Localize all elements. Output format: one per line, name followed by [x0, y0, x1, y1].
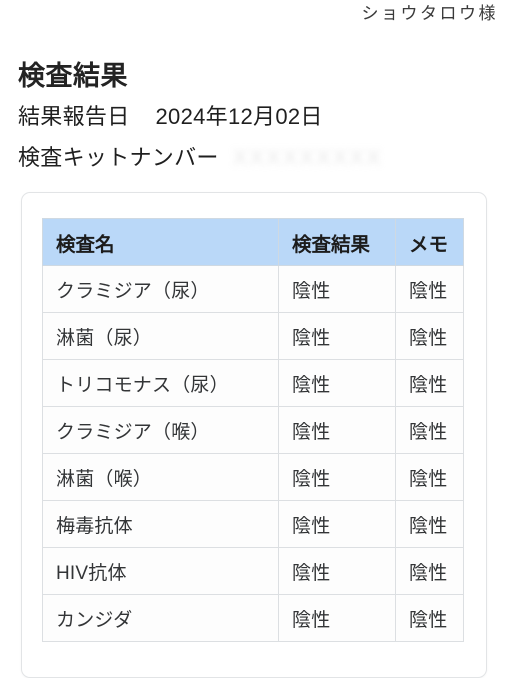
cell-test-result: 陰性: [278, 406, 396, 454]
cell-test-name: トリコモナス（尿）: [42, 359, 279, 407]
table-row: 淋菌（喉） 陰性 陰性: [42, 453, 464, 501]
cell-memo: 陰性: [395, 359, 464, 407]
table-row: トリコモナス（尿） 陰性 陰性: [42, 359, 464, 407]
cell-test-result: 陰性: [278, 500, 396, 548]
cell-test-name: HIV抗体: [42, 547, 279, 595]
table-body: クラミジア（尿） 陰性 陰性 淋菌（尿） 陰性 陰性 トリコモナス（尿） 陰性 …: [42, 265, 464, 642]
cell-test-name: カンジダ: [42, 594, 279, 642]
cell-test-name: 梅毒抗体: [42, 500, 279, 548]
column-header-test-result: 検査結果: [278, 218, 396, 266]
report-date-value: 2024年12月02日: [155, 104, 323, 129]
table-row: 淋菌（尿） 陰性 陰性: [42, 312, 464, 360]
cell-test-name: 淋菌（喉）: [42, 453, 279, 501]
cell-memo: 陰性: [395, 594, 464, 642]
page-title: 検査結果: [18, 61, 128, 92]
cell-memo: 陰性: [395, 547, 464, 595]
cell-memo: 陰性: [395, 453, 464, 501]
cell-memo: 陰性: [395, 312, 464, 360]
table-head: 検査名 検査結果 メモ: [42, 218, 464, 266]
cell-test-result: 陰性: [278, 594, 396, 642]
table-row: クラミジア（喉） 陰性 陰性: [42, 406, 464, 454]
cell-test-result: 陰性: [278, 453, 396, 501]
kit-number-value-redacted: XXXXXXXXX: [232, 145, 383, 170]
result-table: 検査名 検査結果 メモ クラミジア（尿） 陰性 陰性 淋菌（尿） 陰性 陰性 ト…: [42, 218, 464, 642]
table-header-row: 検査名 検査結果 メモ: [42, 218, 464, 266]
kit-number-label: 検査キットナンバー: [18, 145, 219, 170]
test-result-page: ショウタロウ様 検査結果 結果報告日 2024年12月02日 検査キットナンバー X…: [0, 0, 510, 678]
report-date-label: 結果報告日: [18, 104, 130, 129]
table-row: カンジダ 陰性 陰性: [42, 594, 464, 642]
kit-number-row: 検査キットナンバー XXXXXXXXX: [18, 142, 383, 174]
report-date-row: 結果報告日 2024年12月02日: [18, 101, 323, 133]
column-header-memo: メモ: [395, 218, 464, 266]
table-row: HIV抗体 陰性 陰性: [42, 547, 464, 595]
cell-memo: 陰性: [395, 265, 464, 313]
table-row: クラミジア（尿） 陰性 陰性: [42, 265, 464, 313]
table-row: 梅毒抗体 陰性 陰性: [42, 500, 464, 548]
cell-test-result: 陰性: [278, 312, 396, 360]
result-card: 検査名 検査結果 メモ クラミジア（尿） 陰性 陰性 淋菌（尿） 陰性 陰性 ト…: [21, 192, 487, 678]
column-header-test-name: 検査名: [42, 218, 279, 266]
cell-memo: 陰性: [395, 500, 464, 548]
cell-test-result: 陰性: [278, 265, 396, 313]
cell-test-name: クラミジア（尿）: [42, 265, 279, 313]
cell-test-result: 陰性: [278, 359, 396, 407]
cell-test-name: クラミジア（喉）: [42, 406, 279, 454]
cell-test-name: 淋菌（尿）: [42, 312, 279, 360]
cell-memo: 陰性: [395, 406, 464, 454]
cell-test-result: 陰性: [278, 547, 396, 595]
user-name-label: ショウタロウ様: [361, 4, 498, 23]
